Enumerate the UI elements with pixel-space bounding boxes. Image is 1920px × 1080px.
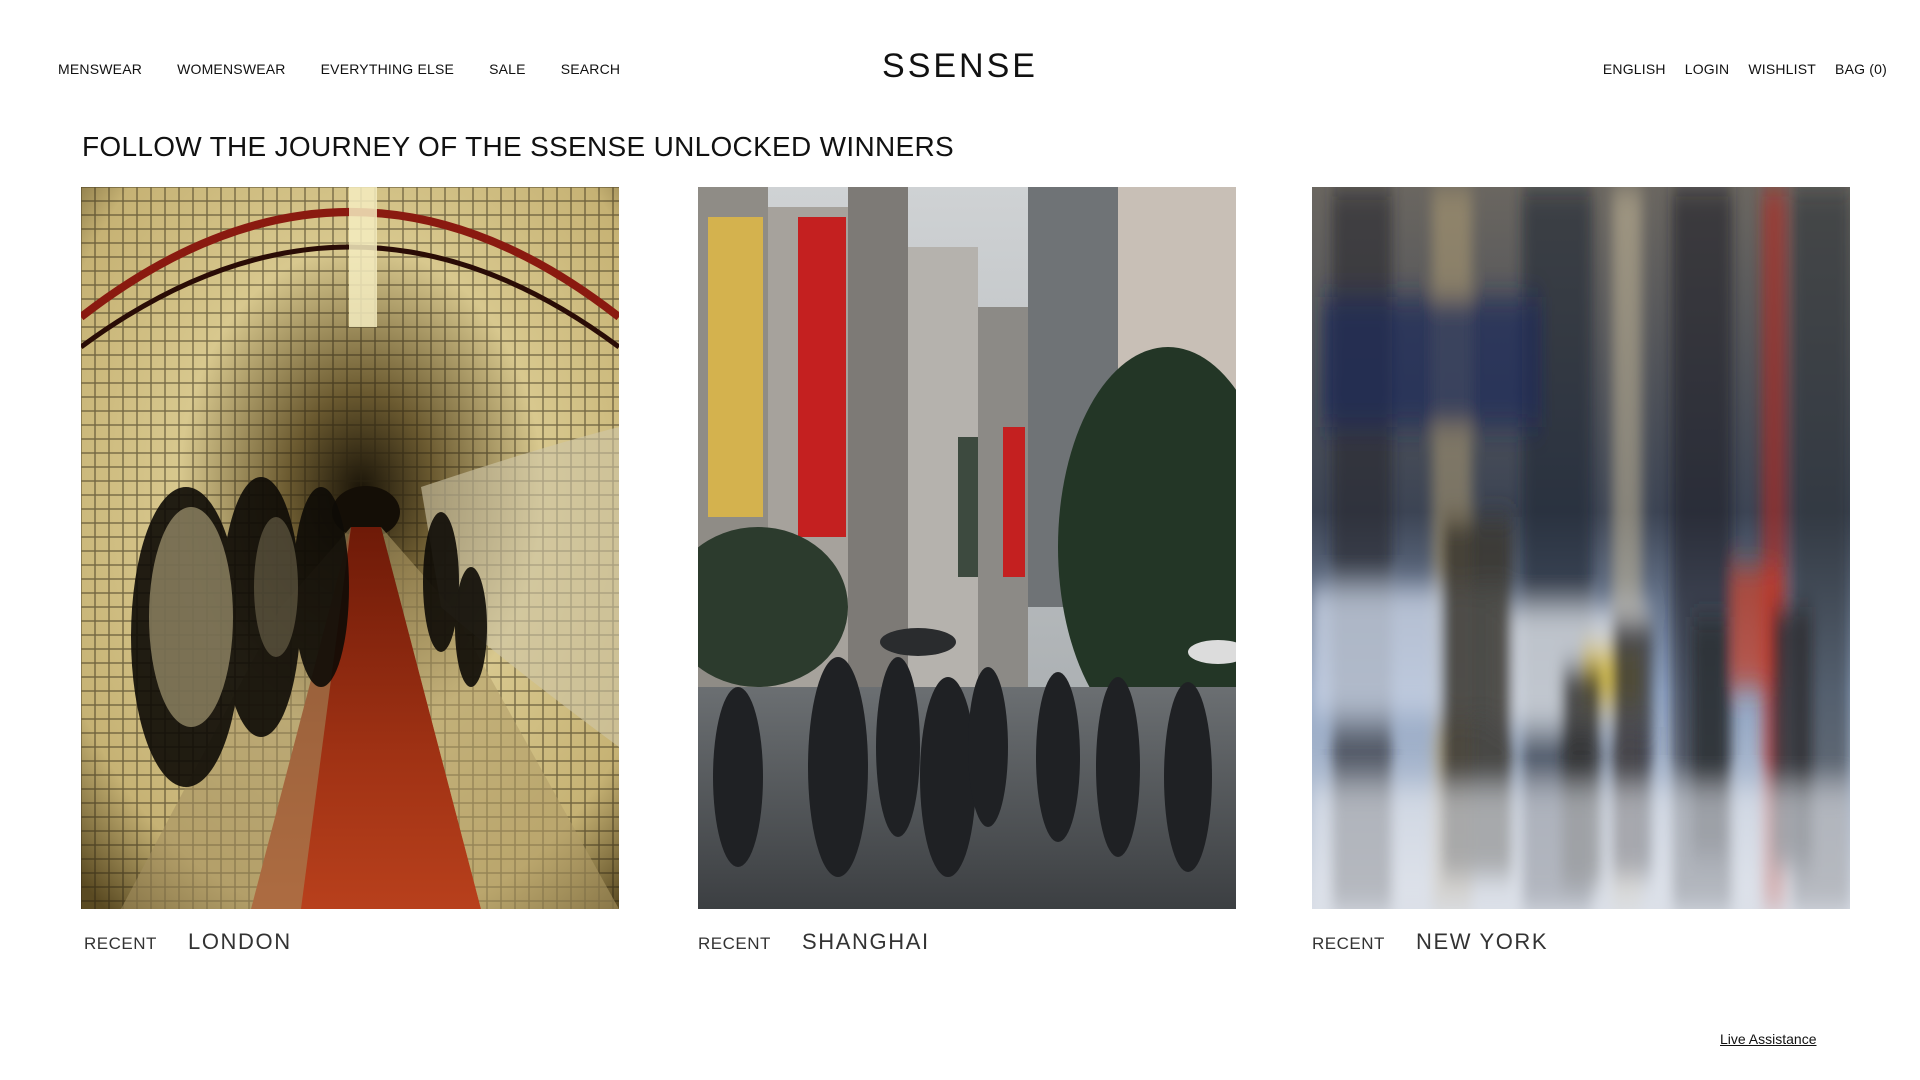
card-caption: RECENT LONDON xyxy=(81,929,619,955)
city-link-shanghai[interactable]: SHANGHAI xyxy=(802,929,930,955)
live-assistance-link[interactable]: Live Assistance xyxy=(1720,1031,1817,1047)
wishlist-link[interactable]: WISHLIST xyxy=(1748,61,1816,77)
recent-tag: RECENT xyxy=(1312,934,1385,953)
account-nav: ENGLISH LOGIN WISHLIST BAG (0) xyxy=(1603,61,1887,77)
city-link-london[interactable]: LONDON xyxy=(188,929,292,955)
card-caption: RECENT NEW YORK xyxy=(1312,929,1850,955)
london-tunnel-photo[interactable] xyxy=(81,187,619,909)
language-selector[interactable]: ENGLISH xyxy=(1603,61,1666,77)
login-link[interactable]: LOGIN xyxy=(1685,61,1730,77)
story-card-london: RECENT LONDON xyxy=(81,187,619,955)
story-card-shanghai: RECENT SHANGHAI xyxy=(698,187,1236,955)
story-card-newyork: RECENT NEW YORK xyxy=(1312,187,1850,955)
recent-tag: RECENT xyxy=(698,934,771,953)
recent-tag: RECENT xyxy=(84,934,157,953)
bag-link[interactable]: BAG (0) xyxy=(1835,61,1887,77)
city-link-newyork[interactable]: NEW YORK xyxy=(1416,929,1548,955)
newyork-blur-photo[interactable] xyxy=(1312,187,1850,909)
page-title: FOLLOW THE JOURNEY OF THE SSENSE UNLOCKE… xyxy=(82,131,954,162)
card-caption: RECENT SHANGHAI xyxy=(698,929,1236,955)
shanghai-street-photo[interactable] xyxy=(698,187,1236,909)
